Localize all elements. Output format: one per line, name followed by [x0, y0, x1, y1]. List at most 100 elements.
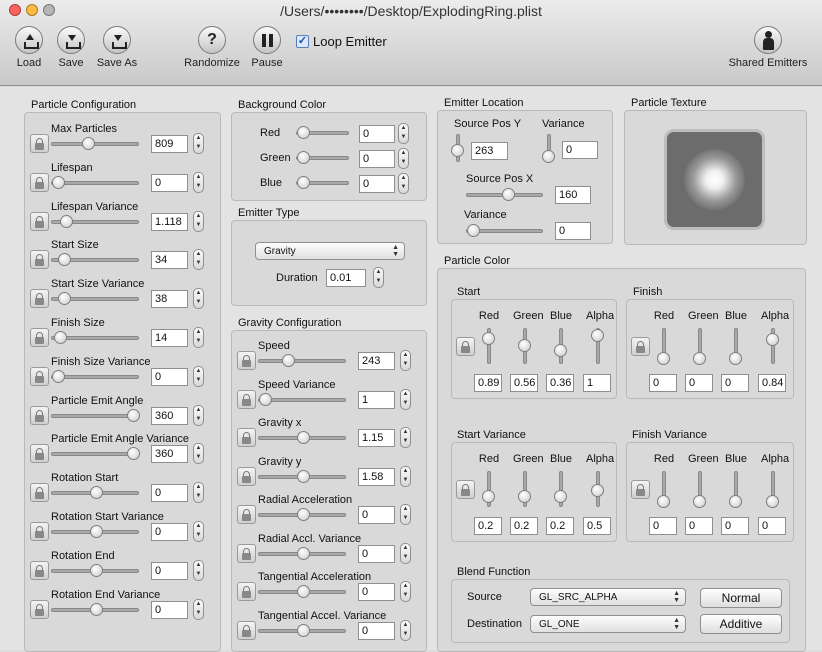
radial-accl-variance-field[interactable]: 0 [358, 544, 395, 563]
slider-knob[interactable] [554, 344, 567, 357]
slider-knob[interactable] [297, 623, 310, 637]
finish-size-variance-stepper[interactable]: ▲ ▼ [193, 365, 204, 387]
finish-blue-field[interactable]: 0 [721, 374, 749, 392]
finish-red-slider[interactable] [657, 328, 670, 365]
max-particles-field[interactable]: 809 [151, 135, 188, 153]
normal-blend-button[interactable]: Normal [700, 588, 782, 608]
start-variance-blue-field[interactable]: 0.2 [546, 517, 574, 535]
start-variance-red-slider[interactable] [482, 471, 495, 507]
finish-size-stepper[interactable]: ▲ ▼ [193, 327, 204, 348]
speed-field[interactable]: 243 [358, 352, 395, 370]
start-size-variance-field[interactable]: 38 [151, 290, 188, 309]
tangential-accel-variance-slider[interactable] [258, 623, 346, 637]
radial-accl-variance-lock-icon[interactable] [237, 543, 256, 563]
rotation-end-variance-slider[interactable] [51, 602, 139, 616]
finish-variance-blue-field[interactable]: 0 [721, 517, 749, 535]
slider-knob[interactable] [482, 332, 495, 345]
lifespan-lock-icon[interactable] [30, 172, 49, 192]
finish-red-field[interactable]: 0 [649, 374, 677, 392]
radial-accl-variance-slider[interactable] [258, 546, 346, 560]
slider-knob[interactable] [657, 352, 670, 365]
loop-emitter-checkbox[interactable]: ✓ Loop Emitter [296, 34, 387, 49]
variance-x-slider[interactable] [466, 224, 543, 237]
finish-variance-green-slider[interactable] [693, 471, 706, 508]
slider-knob[interactable] [259, 392, 272, 406]
slider-knob[interactable] [90, 525, 103, 538]
slider-knob[interactable] [297, 546, 310, 560]
particle-emit-angle-variance-field[interactable]: 360 [151, 445, 188, 464]
slider-knob[interactable] [54, 331, 67, 344]
finish-size-field[interactable]: 14 [151, 329, 188, 347]
slider-knob[interactable] [297, 176, 310, 189]
slider-knob[interactable] [297, 126, 310, 139]
lifespan-stepper[interactable]: ▲ ▼ [193, 171, 204, 193]
speed-variance-stepper[interactable]: ▲ ▼ [400, 388, 411, 410]
emitter-type-select[interactable]: Gravity ▲ ▼ [255, 242, 405, 260]
max-particles-slider[interactable] [51, 137, 139, 150]
slider-knob[interactable] [282, 354, 295, 367]
rotation-start-variance-lock-icon[interactable] [30, 522, 49, 541]
slider-knob[interactable] [297, 585, 310, 598]
start-variance-lock-icon[interactable] [456, 480, 475, 499]
radial-acceleration-slider[interactable] [258, 508, 346, 521]
finish-size-variance-field[interactable]: 0 [151, 367, 188, 386]
particle-emit-angle-variance-stepper[interactable]: ▲ ▼ [193, 443, 204, 465]
tangential-acceleration-lock-icon[interactable] [237, 582, 256, 601]
finish-variance-green-field[interactable]: 0 [685, 517, 713, 535]
start-size-slider[interactable] [51, 253, 139, 267]
speed-variance-slider[interactable] [258, 392, 346, 406]
finish-variance-blue-slider[interactable] [729, 471, 742, 508]
gravity-y-lock-icon[interactable] [237, 466, 256, 486]
slider-knob[interactable] [502, 188, 515, 201]
radial-acceleration-lock-icon[interactable] [237, 505, 256, 524]
tangential-acceleration-field[interactable]: 0 [358, 583, 395, 601]
source-pos-y-slider[interactable] [451, 134, 464, 162]
rotation-start-variance-field[interactable]: 0 [151, 523, 188, 541]
rotation-end-stepper[interactable]: ▲ ▼ [193, 559, 204, 581]
rotation-start-slider[interactable] [51, 486, 139, 500]
start-blue-field[interactable]: 0.36 [546, 374, 574, 392]
start-size-variance-stepper[interactable]: ▲ ▼ [193, 288, 204, 310]
slider-knob[interactable] [90, 602, 103, 616]
particle-emit-angle-variance-lock-icon[interactable] [30, 444, 49, 464]
start-blue-slider[interactable] [554, 328, 567, 364]
slider-knob[interactable] [297, 469, 310, 483]
finish-variance-alpha-field[interactable]: 0 [758, 517, 786, 535]
start-variance-blue-slider[interactable] [554, 471, 567, 507]
radial-acceleration-field[interactable]: 0 [358, 506, 395, 524]
tangential-accel-variance-stepper[interactable]: ▲ ▼ [400, 619, 411, 641]
gravity-y-field[interactable]: 1.58 [358, 467, 395, 486]
start-size-variance-lock-icon[interactable] [30, 289, 49, 309]
bg-blue-stepper[interactable]: ▲ ▼ [398, 173, 409, 194]
finish-blue-slider[interactable] [729, 328, 742, 365]
finish-variance-lock-icon[interactable] [631, 480, 650, 499]
finish-green-slider[interactable] [693, 328, 706, 365]
lifespan-slider[interactable] [51, 175, 139, 189]
finish-alpha-field[interactable]: 0.84 [758, 374, 786, 392]
slider-knob[interactable] [766, 333, 779, 346]
finish-variance-red-slider[interactable] [657, 471, 670, 508]
variance-y-slider[interactable] [542, 134, 555, 163]
save-button[interactable]: Save [54, 26, 88, 69]
start-lock-icon[interactable] [456, 337, 475, 356]
speed-slider[interactable] [258, 354, 346, 367]
slider-knob[interactable] [297, 151, 310, 164]
slider-knob[interactable] [482, 490, 495, 503]
rotation-start-field[interactable]: 0 [151, 484, 188, 503]
slider-knob[interactable] [554, 490, 567, 503]
slider-knob[interactable] [297, 431, 310, 444]
source-pos-x-slider[interactable] [466, 188, 543, 201]
lifespan-field[interactable]: 0 [151, 173, 188, 192]
finish-lock-icon[interactable] [631, 337, 650, 356]
lifespan-variance-field[interactable]: 1.118 [151, 212, 188, 231]
start-variance-green-field[interactable]: 0.2 [510, 517, 538, 535]
gravity-x-lock-icon[interactable] [237, 428, 256, 447]
rotation-end-variance-stepper[interactable]: ▲ ▼ [193, 598, 204, 620]
lifespan-variance-slider[interactable] [51, 214, 139, 228]
gravity-y-slider[interactable] [258, 469, 346, 483]
rotation-end-variance-lock-icon[interactable] [30, 599, 49, 619]
slider-knob[interactable] [60, 214, 73, 228]
gravity-x-stepper[interactable]: ▲ ▼ [400, 427, 411, 448]
shared-emitters-button[interactable]: Shared Emitters [724, 26, 812, 69]
randomize-button[interactable]: ? Randomize [181, 26, 243, 69]
